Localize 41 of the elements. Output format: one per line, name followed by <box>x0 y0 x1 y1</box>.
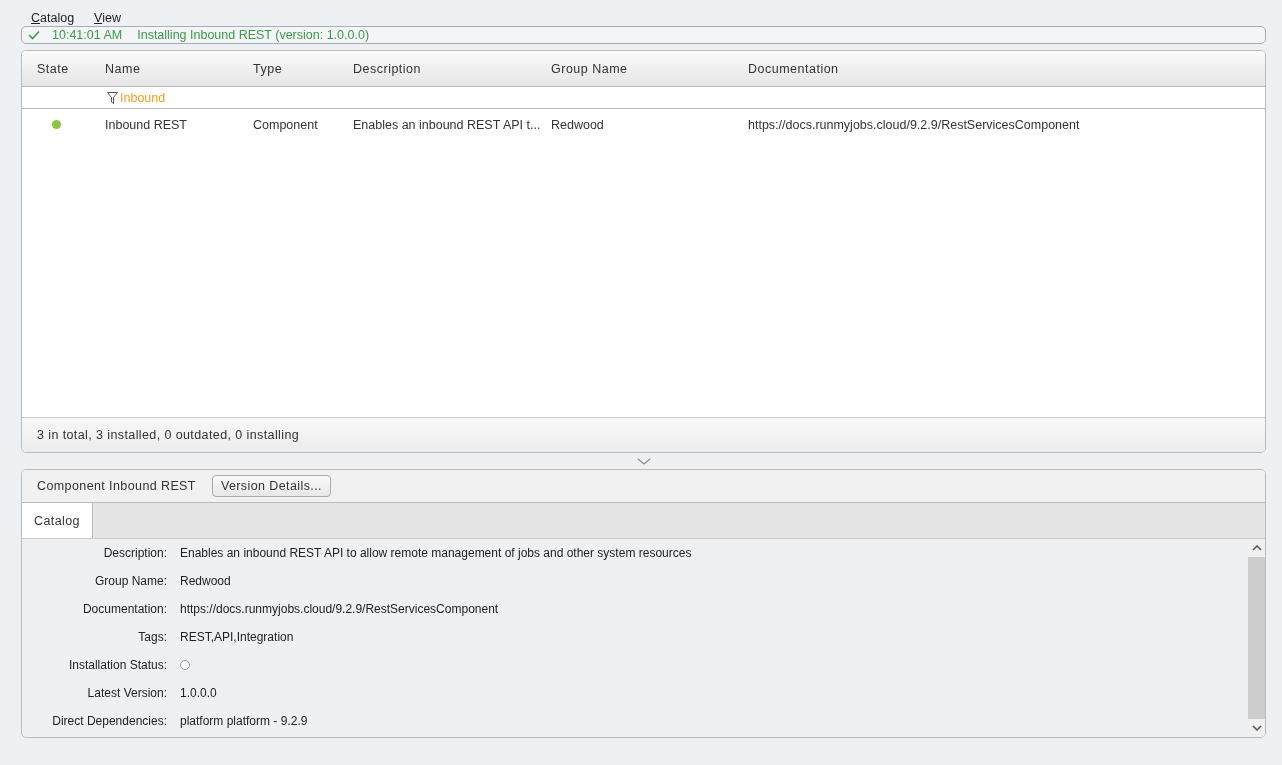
table-cell-text: Component <box>253 117 319 132</box>
version-details-button[interactable]: Version Details... <box>211 475 331 497</box>
field-value: https://docs.runmyjobs.cloud/9.2.9/RestServicesComponent <box>180 602 500 616</box>
table-cell-text: Enables an inbound REST API t... <box>353 117 542 132</box>
status-message: Installing Inbound REST (version: 1.0.0.0) <box>137 28 370 42</box>
field-value: 1.0.0.0 <box>180 686 218 700</box>
column-header[interactable]: Documentation <box>748 61 1265 76</box>
field-label: Installation Status: <box>67 658 167 672</box>
details-title: Component Inbound REST <box>37 479 196 493</box>
status-time: 10:41:01 AM <box>52 28 123 42</box>
scrollbar-thumb[interactable] <box>1248 557 1265 719</box>
field-label: Group Name: <box>93 574 167 588</box>
field-value: Redwood <box>180 574 232 588</box>
summary-text: 3 in total, 3 installed, 0 outdated, 0 installing <box>22 417 1265 452</box>
tab[interactable]: Catalog <box>22 503 93 538</box>
scroll-up-icon <box>1251 545 1262 551</box>
column-header[interactable]: Type <box>253 61 353 76</box>
field-label: Documentation: <box>81 602 167 616</box>
filter-icon <box>107 91 118 104</box>
chevron-down-icon <box>636 457 651 465</box>
field-value: Enables an inbound REST API to allow remote management of jobs and other system resources <box>180 546 693 560</box>
column-header[interactable]: Description <box>353 61 551 76</box>
field-label: Description: <box>102 546 167 560</box>
filter-text: Inbound <box>120 90 166 105</box>
scrollbar[interactable] <box>1248 539 1265 737</box>
menu-item[interactable]: Catalog <box>31 11 75 26</box>
field-value: REST,API,Integration <box>180 630 295 644</box>
field-value: platform platform - 9.2.9 <box>180 714 309 728</box>
column-header[interactable]: Group Name <box>551 61 748 76</box>
field-label: Tags: <box>137 630 167 644</box>
table-cell-text: Inbound REST <box>105 117 188 132</box>
table-cell-text: https://docs.runmyjobs.cloud/9.2.9/RestServicesComponent <box>748 117 1081 132</box>
table-row[interactable]: Inbound REST Component Enables an inbound REST API t... Redwood https://docs.runmyjobs.cloud/9.2.9/RestServicesComponent <box>22 109 1265 140</box>
field-label: Latest Version: <box>86 686 167 700</box>
menu-item[interactable]: View <box>94 11 121 26</box>
table-cell-text: Redwood <box>551 117 605 132</box>
scroll-down-icon <box>1251 725 1262 731</box>
column-header[interactable]: State <box>37 61 105 76</box>
check-icon <box>28 30 40 40</box>
column-header[interactable]: Name <box>105 61 253 76</box>
field-label: Direct Dependencies: <box>51 714 167 728</box>
